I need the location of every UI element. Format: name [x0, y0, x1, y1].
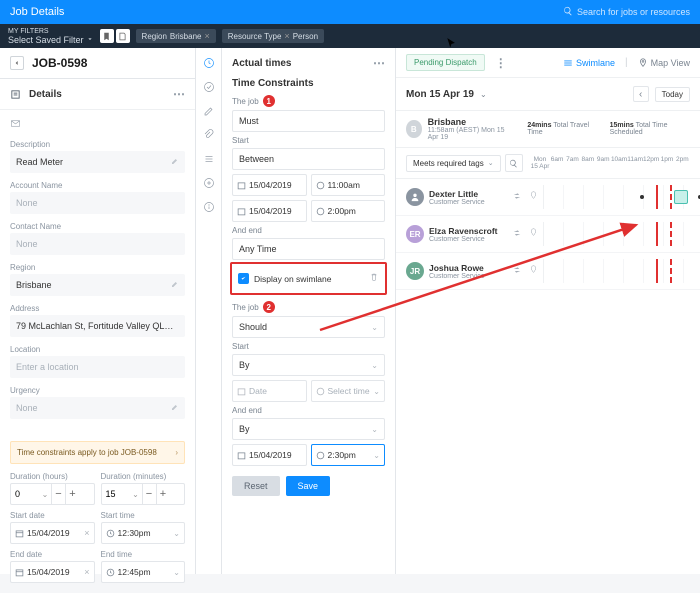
attachment-icon[interactable] [202, 128, 216, 142]
start-condition-select-2[interactable]: By⌄ [232, 354, 385, 376]
filter-pill-region[interactable]: RegionBrisbane× [136, 29, 216, 43]
swap-icon[interactable] [510, 191, 524, 204]
start-time-field[interactable]: 12:30pm⌄ [101, 522, 186, 544]
back-button[interactable] [10, 56, 24, 70]
constraint2-time[interactable]: Select time⌄ [311, 380, 386, 402]
edit-icon [171, 157, 179, 167]
more-icon[interactable]: ⋯ [173, 87, 185, 101]
more-icon[interactable]: ⋯ [373, 56, 385, 70]
badge-1: 1 [263, 95, 275, 107]
search-button[interactable] [505, 154, 523, 172]
close-icon[interactable]: × [204, 31, 209, 41]
trash-icon[interactable] [369, 272, 379, 285]
search-icon [563, 6, 573, 18]
pin-icon[interactable] [529, 191, 538, 203]
prev-button[interactable]: ‹ [633, 86, 649, 102]
tags-filter[interactable]: Meets required tags⌄ [406, 155, 501, 172]
tab-swimlane[interactable]: Swimlane [563, 58, 615, 68]
message-icon[interactable] [0, 110, 195, 140]
clock-icon[interactable] [202, 56, 216, 70]
resource-row[interactable]: Dexter LittleCustomer Service [396, 179, 700, 216]
bookmark-icon[interactable] [100, 29, 114, 43]
constraint-start-time-2[interactable]: 2:00pm [311, 200, 386, 222]
annotation-highlight-1: Display on swimlane [230, 262, 387, 295]
end-condition-select[interactable]: Any Time [232, 238, 385, 260]
constraint-start-date-2[interactable]: 15/04/2019 [232, 200, 307, 222]
chevron-down-icon[interactable]: ⌄ [480, 90, 487, 99]
location-field[interactable]: Enter a location [10, 356, 185, 378]
region-avatar: B [406, 120, 422, 138]
avatar: ER [406, 225, 424, 243]
current-date: Mon 15 Apr 19 [406, 89, 474, 100]
global-search[interactable]: Search for jobs or resources [563, 6, 690, 18]
resource-row[interactable]: JR Joshua RoweCustomer Service [396, 253, 700, 290]
end-time-field[interactable]: 12:45pm⌄ [101, 561, 186, 583]
address-field[interactable]: 79 McLachlan St, Fortitude Valley QLD 40… [10, 315, 185, 337]
timeline-lane[interactable] [543, 185, 690, 209]
end-condition-select-2[interactable]: By⌄ [232, 418, 385, 440]
chevron-right-icon: › [175, 448, 178, 457]
duration-hours-stepper[interactable]: ⌄−+ [10, 483, 95, 505]
info-icon[interactable] [202, 200, 216, 214]
avatar: JR [406, 262, 424, 280]
close-icon[interactable]: × [284, 31, 289, 41]
page-title: Job Details [10, 6, 563, 18]
details-icon [10, 89, 21, 100]
job-condition-select-2[interactable]: Should⌄ [232, 316, 385, 338]
pin-icon[interactable] [529, 228, 538, 240]
duration-minutes-stepper[interactable]: ⌄−+ [101, 483, 186, 505]
job-condition-select[interactable]: Must [232, 110, 385, 132]
time-constraint-warning[interactable]: Time constraints apply to job JOB-0598› [10, 441, 185, 464]
reset-button[interactable]: Reset [232, 476, 280, 496]
constraint-start-date-1[interactable]: 15/04/2019 [232, 174, 307, 196]
plus-circle-icon[interactable] [202, 176, 216, 190]
resource-row[interactable]: ER Elza RavenscroftCustomer Service [396, 216, 700, 253]
status-badge: Pending Dispatch [406, 54, 485, 71]
constraint2-date[interactable]: Date [232, 380, 307, 402]
timeline-lane[interactable] [543, 222, 690, 246]
save-button[interactable]: Save [286, 476, 331, 496]
pin-icon[interactable] [529, 265, 538, 277]
tab-map[interactable]: Map View [638, 58, 690, 68]
job-id: JOB-0598 [32, 56, 87, 70]
constraint-start-time-1[interactable]: 11:00am [311, 174, 386, 196]
constraint2-end-time[interactable]: 2:30pm⌄ [311, 444, 386, 466]
badge-2: 2 [263, 301, 275, 313]
end-date-field[interactable]: 15/04/2019× [10, 561, 95, 583]
account-field[interactable]: None [10, 192, 185, 214]
description-field[interactable]: Read Meter [10, 151, 185, 173]
start-condition-select[interactable]: Between [232, 148, 385, 170]
check-circle-icon[interactable] [202, 80, 216, 94]
swap-icon[interactable] [510, 265, 524, 278]
saved-filter-dropdown[interactable]: Select Saved Filter [8, 35, 94, 45]
pencil-icon[interactable] [202, 104, 216, 118]
chevron-down-icon [86, 35, 94, 45]
start-date-field[interactable]: 15/04/2019× [10, 522, 95, 544]
edit-icon [171, 280, 179, 290]
today-button[interactable]: Today [655, 87, 690, 102]
list-icon[interactable] [202, 152, 216, 166]
person-icon [406, 188, 424, 206]
region-field[interactable]: Brisbane [10, 274, 185, 296]
constraint2-end-date[interactable]: 15/04/2019 [232, 444, 307, 466]
swap-icon[interactable] [510, 228, 524, 241]
urgency-field[interactable]: None [10, 397, 185, 419]
save-filter-icon[interactable] [116, 29, 130, 43]
more-icon[interactable]: ⋮ [495, 56, 507, 70]
edit-icon [171, 403, 179, 413]
my-filters-label: MY FILTERS [8, 28, 94, 35]
contact-field[interactable]: None [10, 233, 185, 255]
timeline-lane[interactable] [543, 259, 690, 283]
display-swimlane-checkbox[interactable] [238, 273, 249, 284]
filter-pill-resource-type[interactable]: Resource Type×Person [222, 29, 324, 43]
